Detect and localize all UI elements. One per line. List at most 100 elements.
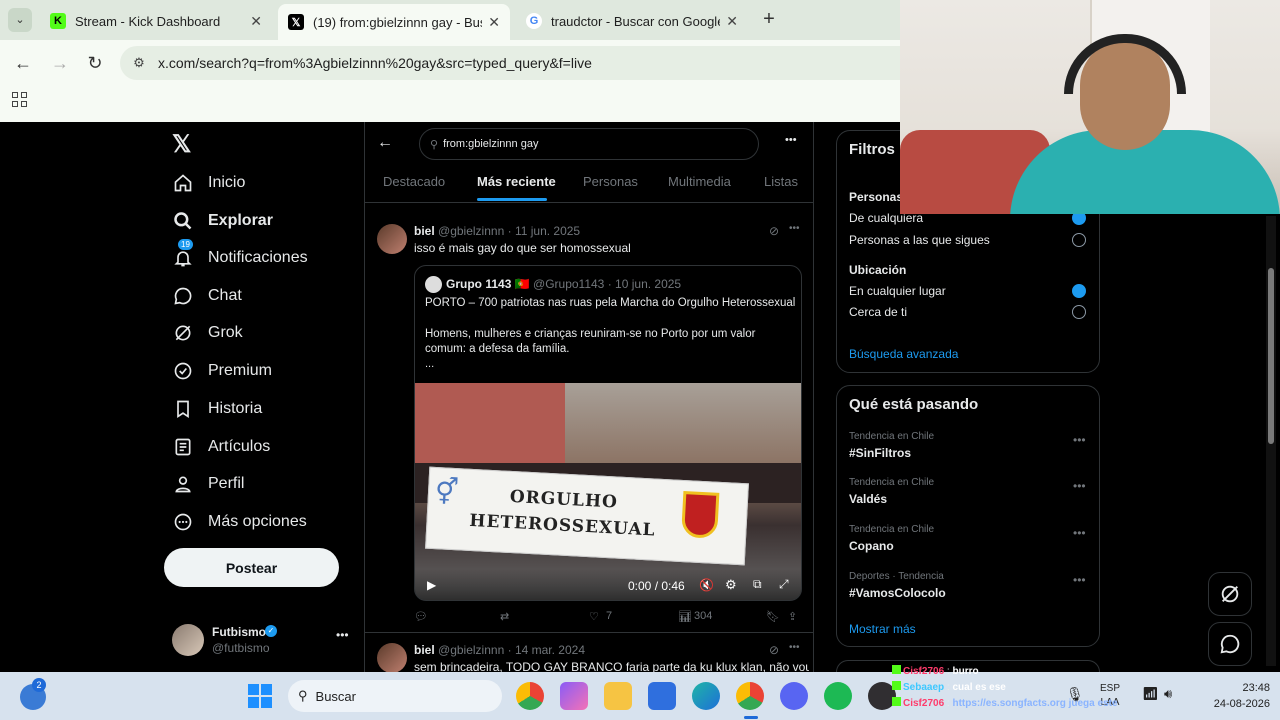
tweet-handle[interactable]: @gbielzinnn xyxy=(438,643,504,657)
spotify-icon[interactable] xyxy=(824,682,852,710)
trend-item[interactable]: Copano xyxy=(849,539,894,553)
discord-icon[interactable] xyxy=(780,682,808,710)
close-tab-icon[interactable]: ✕ xyxy=(250,13,262,30)
tweet-author[interactable]: biel xyxy=(414,643,435,657)
play-icon[interactable]: ▶ xyxy=(427,578,436,592)
mute-icon[interactable]: 🔇 xyxy=(699,578,714,592)
sidebar-item-articulos[interactable]: Artículos xyxy=(172,436,270,458)
back-arrow-icon[interactable]: ← xyxy=(377,134,393,152)
tweet[interactable]: biel @gbielzinnn · 14 mar. 2024 ⊘ ••• se… xyxy=(365,633,814,673)
x-logo[interactable]: 𝕏 xyxy=(172,130,191,159)
search-input[interactable]: ⚲ from:gbielzinnn gay xyxy=(419,128,759,160)
pip-icon[interactable]: ⧉ xyxy=(753,577,762,592)
clock[interactable]: 23:48 24-08-2026 xyxy=(1190,680,1270,712)
apps-grid-icon[interactable] xyxy=(12,92,27,107)
sidebar-item-premium[interactable]: Premium xyxy=(172,360,272,382)
store-icon[interactable] xyxy=(648,682,676,710)
scrollbar-thumb[interactable] xyxy=(1268,268,1274,444)
more-dots-icon[interactable]: ••• xyxy=(1073,573,1086,587)
more-dots-icon[interactable]: ••• xyxy=(789,642,800,653)
retweet-icon[interactable]: ⇄ xyxy=(500,610,509,623)
grok-floating-button[interactable] xyxy=(1208,572,1252,616)
tab-personas[interactable]: Personas xyxy=(583,174,638,189)
tab-google[interactable]: G traudctor - Buscar con Google ✕ xyxy=(516,6,748,36)
sidebar-item-grok[interactable]: Grok xyxy=(172,322,243,344)
sidebar-item-notificaciones[interactable]: 19 Notificaciones xyxy=(172,239,308,269)
chrome-icon[interactable] xyxy=(516,682,544,710)
tab-listas[interactable]: Listas xyxy=(764,174,798,189)
radio-anywhere[interactable] xyxy=(1072,284,1086,298)
taskbar-search[interactable]: ⚲ Buscar xyxy=(288,680,502,712)
sidebar-item-mas-opciones[interactable]: Más opciones xyxy=(172,511,307,533)
tweet-date[interactable]: 14 mar. 2024 xyxy=(515,643,585,657)
settings-icon[interactable]: ⚙ xyxy=(725,577,737,593)
reply-icon[interactable]: 💬︎ xyxy=(414,610,428,623)
tab-mas-reciente[interactable]: Más reciente xyxy=(477,174,556,189)
widgets-icon[interactable]: 2 xyxy=(20,678,46,710)
like-icon[interactable]: ♡ xyxy=(589,610,599,623)
fullscreen-icon[interactable]: ⤢ xyxy=(779,577,789,592)
back-icon[interactable]: ← xyxy=(12,52,34,74)
tab-x-search[interactable]: 𝕏 (19) from:gbielzinnn gay - Busc ✕ xyxy=(278,4,510,40)
reload-icon[interactable]: ↻ xyxy=(84,52,106,74)
sidebar-item-historia[interactable]: Historia xyxy=(172,398,262,420)
post-button[interactable]: Postear xyxy=(164,548,339,587)
tweet-date[interactable]: 11 jun. 2025 xyxy=(515,224,580,238)
scrollbar[interactable] xyxy=(1266,216,1276,666)
filter-option-following[interactable]: Personas a las que sigues xyxy=(849,233,990,247)
bookmark-icon[interactable]: 🔖︎ xyxy=(766,610,780,623)
tab-destacado[interactable]: Destacado xyxy=(383,174,445,189)
account-handle: @futbismo xyxy=(212,641,270,655)
views-icon[interactable]: 📊︎ xyxy=(678,610,692,623)
new-tab-button[interactable]: + xyxy=(758,8,780,30)
forward-icon[interactable]: → xyxy=(49,52,71,74)
tab-kick[interactable]: K Stream - Kick Dashboard ✕ xyxy=(40,6,272,36)
file-explorer-icon[interactable] xyxy=(604,682,632,710)
account-switcher[interactable]: Futbismo ✓ @futbismo ••• xyxy=(172,622,352,658)
sidebar-item-explorar[interactable]: Explorar xyxy=(172,210,273,232)
more-dots-icon[interactable]: ••• xyxy=(1073,479,1086,493)
filter-option-anywhere[interactable]: En cualquier lugar xyxy=(849,284,946,298)
share-icon[interactable]: ⇪ xyxy=(788,610,797,623)
trend-item[interactable]: Valdés xyxy=(849,492,887,506)
search-icon xyxy=(172,210,194,232)
more-dots-icon[interactable]: ••• xyxy=(1073,433,1086,447)
chrome-active-icon[interactable] xyxy=(736,682,764,710)
advanced-search-link[interactable]: Búsqueda avanzada xyxy=(849,347,958,361)
show-more-link[interactable]: Mostrar más xyxy=(849,622,916,636)
grok-icon[interactable]: ⊘ xyxy=(769,224,779,238)
trend-item[interactable]: #SinFiltros xyxy=(849,446,911,460)
grok-icon xyxy=(1221,585,1239,603)
sidebar-item-chat[interactable]: Chat xyxy=(172,285,242,307)
site-info-icon[interactable]: ⚙ xyxy=(120,55,158,71)
messages-floating-button[interactable] xyxy=(1208,622,1252,666)
close-tab-icon[interactable]: ✕ xyxy=(488,14,500,31)
more-dots-icon[interactable]: ••• xyxy=(336,628,349,642)
chat-text: cual es ese xyxy=(952,682,1006,693)
start-button[interactable] xyxy=(248,684,272,708)
url-text[interactable]: x.com/search?q=from%3Agbielzinnn%20gay&s… xyxy=(158,55,592,71)
edge-icon[interactable] xyxy=(692,682,720,710)
trend-item[interactable]: #VamosColocolo xyxy=(849,586,946,600)
tweet-author[interactable]: biel xyxy=(414,224,435,238)
tab-list-button[interactable]: ⌄ xyxy=(8,8,32,32)
video-player[interactable]: ORGULHO HETEROSSEXUAL ⚥ ▶ 0:00 / 0:46 🔇 … xyxy=(415,383,801,600)
radio-following[interactable] xyxy=(1072,233,1086,247)
tweet[interactable]: biel @gbielzinnn · 11 jun. 2025 ⊘ ••• is… xyxy=(365,212,814,632)
quote-tweet[interactable]: Grupo 1143 🇵🇹 @Grupo1143 · 10 jun. 2025 … xyxy=(414,265,802,601)
tweet-handle[interactable]: @gbielzinnn xyxy=(438,224,504,238)
filter-option-near-you[interactable]: Cerca de ti xyxy=(849,305,907,319)
radio-near-you[interactable] xyxy=(1072,305,1086,319)
sidebar-item-perfil[interactable]: Perfil xyxy=(172,473,244,495)
grok-icon[interactable]: ⊘ xyxy=(769,643,779,657)
more-dots-icon[interactable]: ••• xyxy=(789,223,800,234)
more-dots-icon[interactable]: ••• xyxy=(785,134,797,146)
more-dots-icon[interactable]: ••• xyxy=(1073,526,1086,540)
wifi-icon[interactable]: 📶︎ xyxy=(1142,686,1159,702)
close-tab-icon[interactable]: ✕ xyxy=(726,13,738,30)
tab-multimedia[interactable]: Multimedia xyxy=(668,174,731,189)
sidebar-item-inicio[interactable]: Inicio xyxy=(172,172,245,194)
copilot-icon[interactable] xyxy=(560,682,588,710)
volume-icon[interactable]: 🔊︎ xyxy=(1164,686,1172,702)
address-bar[interactable]: ⚙ x.com/search?q=from%3Agbielzinnn%20gay… xyxy=(120,46,920,80)
